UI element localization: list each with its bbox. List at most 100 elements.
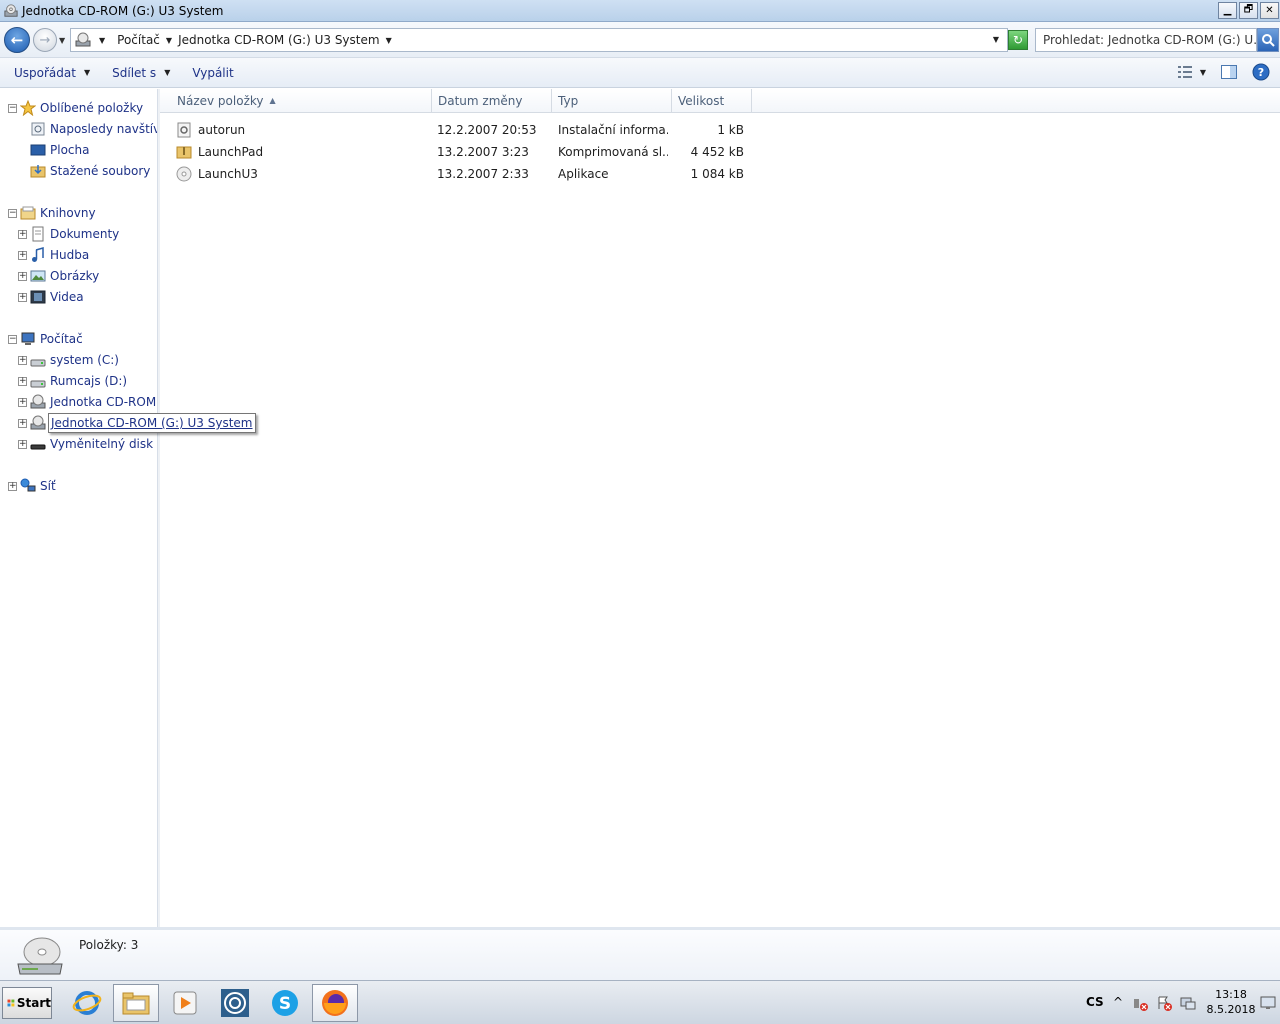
preview-pane-icon[interactable]: [1220, 63, 1238, 81]
file-row-launchu3[interactable]: LaunchU3 13.2.2007 2:33 Aplikace 1 084 k…: [176, 163, 746, 185]
nav-item-recent[interactable]: Naposledy navštíven: [30, 119, 157, 139]
column-header-type[interactable]: Typ: [552, 89, 672, 113]
burn-button[interactable]: Vypálit: [192, 66, 233, 80]
cd-drive-icon: [4, 3, 18, 17]
nav-item-removable[interactable]: Vyměnitelný disk (H: [30, 434, 157, 454]
close-button[interactable]: ✕: [1260, 2, 1279, 19]
column-header-date[interactable]: Datum změny: [432, 89, 552, 113]
collapse-favorites-toggle[interactable]: −: [8, 104, 17, 113]
expand-cdrom-toggle[interactable]: +: [18, 398, 27, 407]
address-history-dropdown[interactable]: ▼: [993, 35, 999, 44]
desktop-icon: [30, 144, 46, 156]
chevron-down-icon[interactable]: ▼: [386, 36, 392, 45]
breadcrumb-drive[interactable]: Jednotka CD-ROM (G:) U3 System ▼: [178, 33, 392, 47]
nav-item-videos[interactable]: Videa: [30, 287, 84, 307]
taskbar-skype[interactable]: S: [262, 984, 308, 1022]
nav-item-cdrom[interactable]: Jednotka CD-ROM (: [30, 392, 157, 412]
nav-item-music[interactable]: Hudba: [30, 245, 89, 265]
address-bar[interactable]: ▼ Počítač ▼ Jednotka CD-ROM (G:) U3 Syste…: [70, 28, 1008, 52]
expand-network-toggle[interactable]: +: [8, 482, 17, 491]
nav-item-desktop[interactable]: Plocha: [30, 140, 89, 160]
nav-computer[interactable]: Počítač: [20, 329, 83, 349]
nav-item-cdrom-g-label[interactable]: Jednotka CD-ROM (G:) U3 System: [48, 413, 256, 433]
navigation-pane: − Oblíbené položky Naposledy navštíven P…: [0, 89, 158, 927]
taskbar-firefox[interactable]: [312, 984, 358, 1022]
videos-icon: [30, 290, 46, 304]
target-app-icon: [221, 989, 249, 1017]
file-row-launchpad[interactable]: LaunchPad 13.2.2007 3:23 Komprimovaná sl…: [176, 141, 746, 163]
column-header-size[interactable]: Velikost: [672, 89, 752, 113]
expand-documents-toggle[interactable]: +: [18, 230, 27, 239]
taskbar-explorer[interactable]: [113, 984, 159, 1022]
expand-music-toggle[interactable]: +: [18, 251, 27, 260]
taskbar-app-circle[interactable]: [212, 984, 258, 1022]
show-hidden-icons-button[interactable]: ^: [1113, 995, 1123, 1009]
expand-videos-toggle[interactable]: +: [18, 293, 27, 302]
file-row-autorun[interactable]: autorun 12.2.2007 20:53 Instalační infor…: [176, 119, 746, 141]
nav-item-cdrom-g[interactable]: [30, 413, 50, 433]
taskbar-internet-explorer[interactable]: [64, 984, 110, 1022]
recent-places-icon: [31, 122, 45, 136]
expand-cdrom-g-toggle[interactable]: +: [18, 419, 27, 428]
internet-explorer-icon: [72, 991, 102, 1015]
firefox-icon: [322, 990, 348, 1016]
removable-disk-icon: [30, 444, 46, 450]
breadcrumb-computer[interactable]: Počítač ▼: [117, 33, 172, 47]
view-options-icon[interactable]: [1176, 63, 1194, 81]
clock[interactable]: 13:18 8.5.2018: [1206, 987, 1256, 1017]
start-button[interactable]: Start: [2, 987, 52, 1019]
sort-ascending-icon: ▲: [269, 96, 276, 105]
column-header-name[interactable]: Název položky ▲: [160, 89, 432, 113]
refresh-button[interactable]: ↻: [1008, 30, 1028, 50]
expand-pictures-toggle[interactable]: +: [18, 272, 27, 281]
star-icon: [20, 100, 36, 116]
collapse-computer-toggle[interactable]: −: [8, 335, 17, 344]
cd-drive-icon: [17, 937, 63, 975]
music-icon: [32, 247, 44, 262]
title-bar: Jednotka CD-ROM (G:) U3 System ▁ 🗗 ✕: [0, 0, 1280, 22]
network-icon: [20, 478, 36, 492]
show-desktop-icon[interactable]: [1260, 995, 1276, 1011]
nav-network[interactable]: Síť: [20, 476, 56, 496]
view-dropdown-icon[interactable]: ▼: [1200, 68, 1206, 77]
expand-removable-toggle[interactable]: +: [18, 440, 27, 449]
collapse-libraries-toggle[interactable]: −: [8, 209, 17, 218]
file-list: Název položky ▲ Datum změny Typ Velikost …: [160, 89, 1280, 927]
network-error-icon[interactable]: [1132, 995, 1148, 1011]
forward-arrow-icon: →: [39, 32, 51, 48]
item-count: Položky: 3: [79, 938, 139, 952]
nav-libraries[interactable]: Knihovny: [20, 203, 96, 223]
window-title: Jednotka CD-ROM (G:) U3 System: [22, 3, 224, 18]
expand-drive-d-toggle[interactable]: +: [18, 377, 27, 386]
share-button[interactable]: Sdílet s ▼: [112, 66, 170, 80]
expand-drive-c-toggle[interactable]: +: [18, 356, 27, 365]
nav-item-drive-d[interactable]: Rumcajs (D:): [30, 371, 127, 391]
chevron-down-icon[interactable]: ▼: [99, 36, 105, 45]
libraries-icon: [20, 206, 36, 220]
language-indicator[interactable]: CS: [1086, 995, 1104, 1009]
help-icon[interactable]: ?: [1252, 63, 1270, 81]
restore-button[interactable]: 🗗: [1239, 2, 1258, 19]
u3-app-icon: [176, 166, 192, 182]
nav-item-downloads[interactable]: Stažené soubory: [30, 161, 150, 181]
cd-drive-icon: [75, 32, 91, 47]
hard-drive-icon: [30, 359, 46, 367]
recent-pages-dropdown[interactable]: ▼: [59, 36, 65, 45]
search-input[interactable]: Prohledat: Jednotka CD-ROM (G:) U...: [1035, 28, 1257, 52]
network-status-icon[interactable]: [1180, 995, 1196, 1011]
minimize-button[interactable]: ▁: [1218, 2, 1237, 19]
chevron-down-icon[interactable]: ▼: [166, 36, 172, 45]
back-button[interactable]: ←: [4, 27, 30, 53]
nav-item-pictures[interactable]: Obrázky: [30, 266, 99, 286]
action-center-icon[interactable]: [1156, 995, 1172, 1011]
taskbar-media-player[interactable]: [162, 984, 208, 1022]
nav-item-documents[interactable]: Dokumenty: [30, 224, 119, 244]
search-button[interactable]: [1257, 28, 1279, 52]
back-arrow-icon: ←: [10, 31, 24, 49]
skype-icon: S: [272, 990, 298, 1016]
taskbar: Start S CS ^ 13:18 8.5.2018: [0, 980, 1280, 1024]
forward-button[interactable]: →: [33, 28, 57, 52]
nav-favorites[interactable]: Oblíbené položky: [20, 98, 143, 118]
organize-button[interactable]: Uspořádat ▼: [14, 66, 90, 80]
nav-item-drive-c[interactable]: system (C:): [30, 350, 119, 370]
